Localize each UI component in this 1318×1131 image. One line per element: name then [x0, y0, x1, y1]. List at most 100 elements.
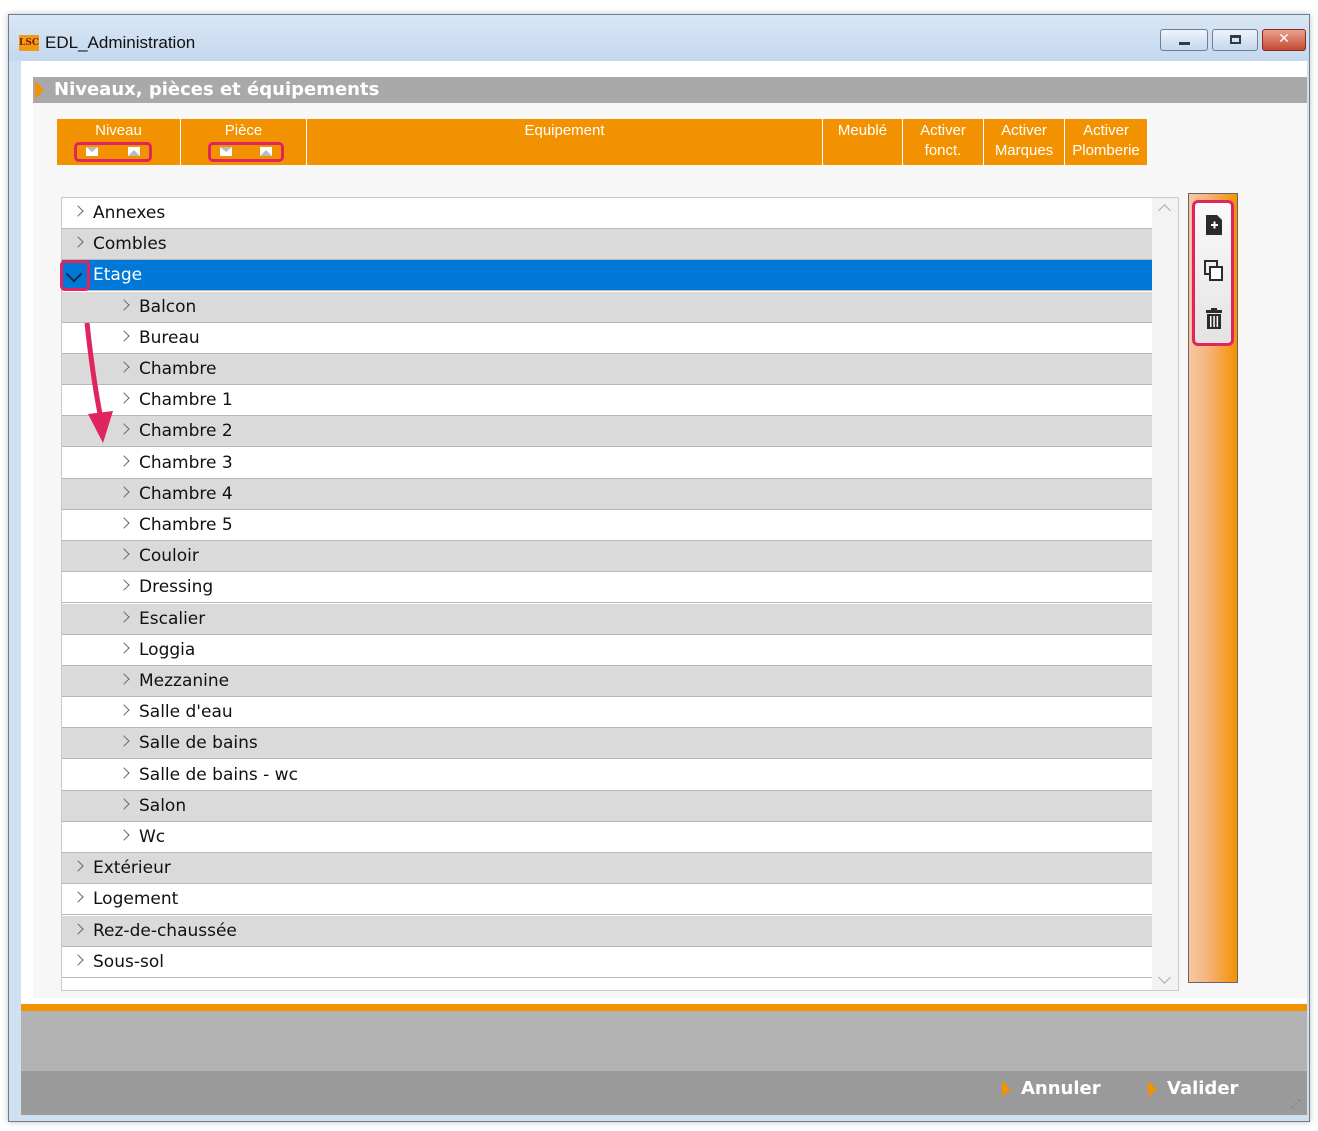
- close-button[interactable]: ✕: [1262, 29, 1306, 51]
- tree-room-item[interactable]: Chambre 4: [62, 479, 1152, 510]
- column-label-meuble: Meublé: [837, 122, 888, 139]
- section-header: Niveaux, pièces et équipements: [33, 77, 1307, 103]
- tree-room-item[interactable]: Salle de bains - wc: [62, 760, 1152, 791]
- scroll-down-icon[interactable]: [1158, 971, 1171, 984]
- tree-room-item[interactable]: Chambre 5: [62, 510, 1152, 541]
- section-arrow-icon: [35, 81, 44, 99]
- scroll-up-icon[interactable]: [1158, 204, 1171, 217]
- validate-label: Valider: [1167, 1078, 1239, 1099]
- cancel-label: Annuler: [1021, 1078, 1101, 1099]
- column-header-activer-fonct[interactable]: Activer fonct.: [903, 119, 984, 165]
- tree-item-label: Balcon: [139, 297, 197, 317]
- validate-button[interactable]: Valider: [1148, 1077, 1258, 1103]
- tree-room-item[interactable]: Chambre 2: [62, 416, 1152, 447]
- column-header-activer-plomberie[interactable]: Activer Plomberie: [1065, 119, 1148, 165]
- tree-item-label: Etage: [93, 265, 143, 285]
- tree-item-label: Escalier: [139, 609, 206, 629]
- tree-item-label: Loggia: [139, 640, 196, 660]
- chevron-right-icon[interactable]: [118, 798, 130, 810]
- column-label-activer-plomberie: Activer Plomberie: [1072, 122, 1140, 159]
- minimize-button[interactable]: [1160, 29, 1208, 51]
- tree-room-item[interactable]: Balcon: [62, 292, 1152, 323]
- tree-level-item[interactable]: Rez-de-chaussée: [62, 916, 1152, 947]
- resize-grip-icon[interactable]: ⋰: [1291, 1099, 1303, 1111]
- tree-room-item[interactable]: Couloir: [62, 541, 1152, 572]
- cancel-button[interactable]: Annuler: [1002, 1077, 1112, 1103]
- column-label-activer-marques: Activer Marques: [994, 122, 1054, 159]
- tree-item-label: Mezzanine: [139, 671, 230, 691]
- chevron-right-icon[interactable]: [118, 704, 130, 716]
- tree-item-label: Chambre 2: [139, 421, 233, 441]
- maximize-button[interactable]: [1212, 29, 1258, 51]
- chevron-right-icon[interactable]: [72, 860, 84, 872]
- chevron-right-icon[interactable]: [118, 517, 130, 529]
- minimize-icon: [1179, 42, 1190, 45]
- tree-item-label: Chambre 4: [139, 484, 233, 504]
- title-bar[interactable]: LSC EDL_Administration ✕: [9, 15, 1309, 61]
- chevron-right-icon[interactable]: [118, 642, 130, 654]
- collapse-chevron-icon[interactable]: [60, 260, 90, 291]
- chevron-right-icon[interactable]: [118, 486, 130, 498]
- sort-ascending-icon[interactable]: [128, 147, 140, 156]
- tree-room-item[interactable]: Salon: [62, 791, 1152, 822]
- chevron-right-icon[interactable]: [72, 205, 84, 217]
- tree-level-item[interactable]: Combles: [62, 229, 1152, 260]
- sort-ascending-icon[interactable]: [260, 147, 272, 156]
- chevron-right-icon[interactable]: [72, 923, 84, 935]
- column-header-meuble[interactable]: Meublé: [823, 119, 903, 165]
- chevron-right-icon[interactable]: [118, 611, 130, 623]
- niveau-sort-controls: [74, 142, 152, 162]
- chevron-right-icon[interactable]: [72, 236, 84, 248]
- vertical-scrollbar[interactable]: [1152, 198, 1178, 990]
- tree-room-item[interactable]: Mezzanine: [62, 666, 1152, 697]
- chevron-right-icon[interactable]: [72, 954, 84, 966]
- delete-icon[interactable]: [1203, 307, 1225, 331]
- tree-room-item[interactable]: Salle d'eau: [62, 697, 1152, 728]
- tree-room-item[interactable]: Bureau: [62, 323, 1152, 354]
- close-icon: ✕: [1278, 31, 1290, 47]
- chevron-right-icon[interactable]: [118, 548, 130, 560]
- chevron-right-icon[interactable]: [118, 673, 130, 685]
- maximize-icon: [1230, 35, 1241, 44]
- tree-level-item[interactable]: Extérieur: [62, 853, 1152, 884]
- column-header-activer-marques[interactable]: Activer Marques: [984, 119, 1065, 165]
- app-logo: LSC: [19, 35, 39, 51]
- chevron-right-icon[interactable]: [118, 579, 130, 591]
- chevron-right-icon[interactable]: [118, 767, 130, 779]
- piece-sort-controls: [208, 142, 284, 162]
- footer-accent-bar: [21, 1004, 1307, 1011]
- tree-level-item[interactable]: Sous-sol: [62, 947, 1152, 978]
- chevron-right-icon[interactable]: [118, 299, 130, 311]
- tree-item-label: Wc: [139, 827, 166, 847]
- section-title: Niveaux, pièces et équipements: [54, 79, 380, 100]
- tree-room-item[interactable]: Chambre 3: [62, 448, 1152, 479]
- sort-descending-icon[interactable]: [86, 147, 98, 156]
- tree-level-item[interactable]: Logement: [62, 884, 1152, 915]
- action-buttons: [1192, 200, 1234, 346]
- tree-room-item[interactable]: Salle de bains: [62, 728, 1152, 759]
- chevron-right-icon[interactable]: [72, 891, 84, 903]
- chevron-right-icon[interactable]: [118, 735, 130, 747]
- column-header-equipement[interactable]: Equipement: [307, 119, 823, 165]
- column-label-piece: Pièce: [224, 122, 263, 139]
- application-window: LSC EDL_Administration ✕ Niveaux, pièces…: [8, 14, 1310, 1122]
- tree-room-item[interactable]: Wc: [62, 822, 1152, 853]
- chevron-down-icon: [65, 265, 83, 283]
- sort-descending-icon[interactable]: [220, 147, 232, 156]
- chevron-right-icon[interactable]: [118, 829, 130, 841]
- tree-level-item[interactable]: Annexes: [62, 198, 1152, 229]
- validate-arrow-icon: [1148, 1081, 1157, 1097]
- tree-room-item[interactable]: Chambre: [62, 354, 1152, 385]
- tree-room-item[interactable]: Loggia: [62, 635, 1152, 666]
- column-label-activer-fonct: Activer fonct.: [920, 122, 966, 159]
- column-header-piece[interactable]: Pièce: [181, 119, 307, 165]
- tree-view[interactable]: Sous-sol Rez-de-chaussée Logement Extérieur…: [60, 197, 1179, 991]
- tree-level-item[interactable]: Etage: [60, 260, 1152, 291]
- tree-room-item[interactable]: Dressing: [62, 572, 1152, 603]
- tree-item-label: Salle de bains - wc: [139, 765, 298, 785]
- tree-room-item[interactable]: Chambre 1: [62, 385, 1152, 416]
- tree-room-item[interactable]: Escalier: [62, 604, 1152, 635]
- add-icon[interactable]: [1203, 213, 1225, 237]
- column-header-niveau[interactable]: Niveau: [57, 119, 181, 165]
- duplicate-icon[interactable]: [1203, 259, 1225, 283]
